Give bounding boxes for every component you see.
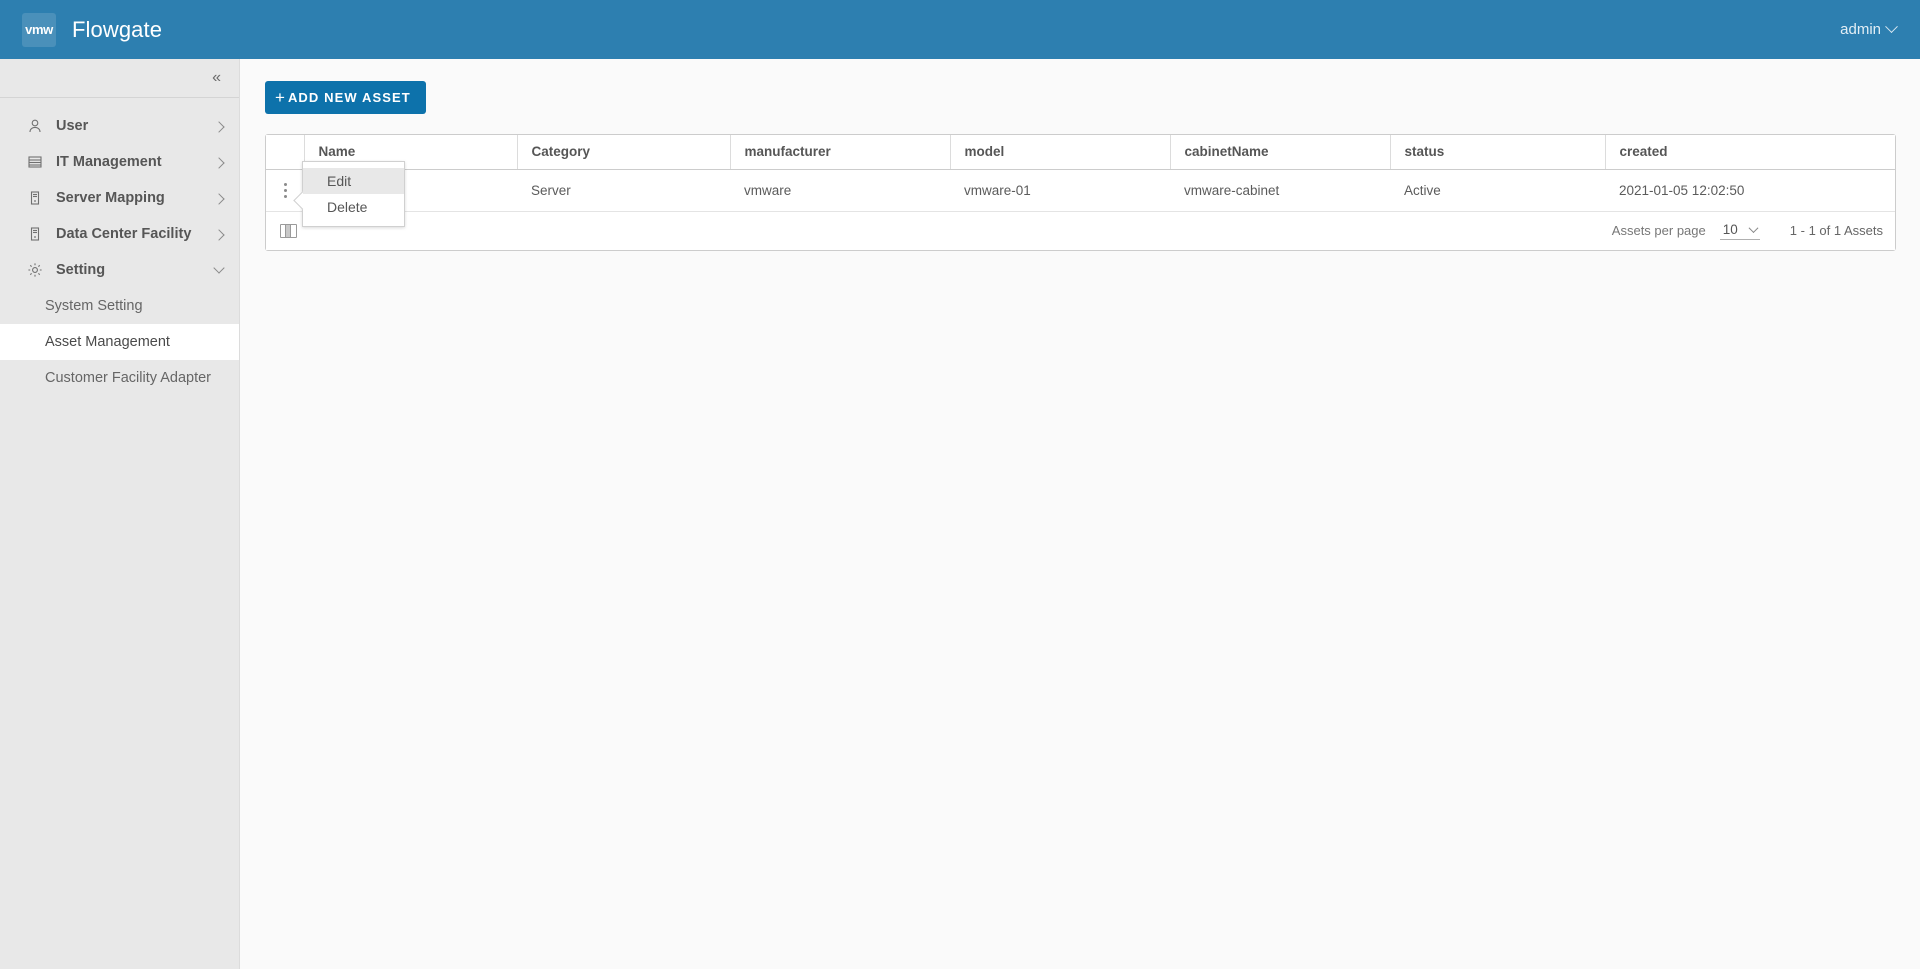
sidebar-item-label: Server Mapping [56, 190, 165, 206]
assets-per-page-label: Assets per page [1611, 223, 1706, 238]
cell-cabinetname: vmware-cabinet [1170, 169, 1390, 212]
chevron-right-icon [213, 156, 225, 169]
plus-icon: + [275, 88, 285, 107]
add-new-asset-button[interactable]: + ADD NEW ASSET [265, 81, 426, 114]
sidebar-item-server-mapping[interactable]: Server Mapping [0, 180, 239, 216]
sidebar-item-label: User [56, 118, 89, 134]
cell-manufacturer: vmware [730, 169, 950, 212]
pagination-range-text: 1 - 1 of 1 Assets [1789, 223, 1883, 238]
sidebar-item-user[interactable]: User [0, 108, 239, 144]
chevron-down-icon [1885, 20, 1898, 34]
column-header-model[interactable]: model [949, 135, 1170, 170]
cell-category: Server [517, 169, 730, 212]
cell-model: vmware-01 [950, 169, 1170, 212]
list-icon [26, 153, 44, 171]
columns-icon[interactable] [280, 223, 297, 238]
sidebar-item-label: Data Center Facility [56, 226, 192, 242]
server-icon [26, 225, 44, 243]
sidebar-collapse-icon[interactable]: « [208, 68, 225, 88]
context-menu-item-label: Edit [327, 173, 352, 189]
chevron-down-icon [213, 261, 225, 277]
column-header-actions [266, 135, 304, 170]
assets-table-head: Name Category manufacturer model cabinet… [266, 135, 1895, 170]
column-header-created[interactable]: created [1604, 135, 1895, 170]
brand[interactable]: vmw Flowgate [0, 0, 162, 59]
status-badge: Active [1390, 169, 1605, 212]
assets-table-body: Server vmware vmware-01 vmware-cabinet A… [266, 169, 1895, 212]
context-menu-item-edit[interactable]: Edit [303, 168, 404, 194]
sidebar-subitem-label: System Setting [45, 298, 143, 314]
row-context-menu: Edit Delete [302, 161, 405, 227]
app-title: Flowgate [72, 16, 163, 42]
assets-per-page-value: 10 [1722, 221, 1738, 237]
user-menu-label: admin [1840, 21, 1881, 38]
column-header-status[interactable]: status [1389, 135, 1605, 170]
sidebar-item-it-management[interactable]: IT Management [0, 144, 239, 180]
table-footer: Assets per page 10 1 - 1 of 1 Assets [266, 211, 1895, 250]
column-header-cabinetname[interactable]: cabinetName [1169, 135, 1390, 170]
gear-icon [26, 261, 44, 279]
column-header-manufacturer[interactable]: manufacturer [729, 135, 950, 170]
context-menu-item-label: Delete [327, 199, 368, 215]
table-header-row: Name Category manufacturer model cabinet… [266, 135, 1895, 170]
chevron-right-icon [213, 120, 225, 133]
column-header-category[interactable]: Category [516, 135, 730, 170]
context-menu-item-delete[interactable]: Delete [303, 194, 404, 220]
server-icon [26, 189, 44, 207]
sidebar-item-system-setting[interactable]: System Setting [0, 288, 239, 324]
sidebar-subitem-label: Asset Management [45, 334, 170, 350]
chevron-down-icon [1748, 222, 1759, 233]
sidebar-collapse-row: « [0, 59, 239, 98]
sidebar-item-label: Setting [56, 262, 106, 278]
sidebar: « User IT Management Server Mapping Data… [0, 59, 240, 969]
assets-table-container: Name Category manufacturer model cabinet… [265, 134, 1896, 251]
sidebar-item-label: IT Management [56, 154, 162, 170]
chevron-right-icon [213, 192, 225, 205]
sidebar-item-data-center-facility[interactable]: Data Center Facility [0, 216, 239, 252]
sidebar-item-asset-management[interactable]: Asset Management [0, 324, 239, 360]
sidebar-item-customer-facility-adapter[interactable]: Customer Facility Adapter [0, 360, 239, 396]
sidebar-item-setting[interactable]: Setting [0, 252, 239, 288]
chevron-right-icon [213, 228, 225, 241]
assets-table: Name Category manufacturer model cabinet… [266, 135, 1895, 212]
assets-per-page-select[interactable]: 10 [1719, 221, 1760, 240]
vmware-logo-icon: vmw [22, 12, 56, 47]
main-content: + ADD NEW ASSET Name Category manufacture… [241, 59, 1920, 969]
add-new-asset-label: ADD NEW ASSET [287, 90, 411, 105]
cell-created: 2021-01-05 12:02:50 [1605, 169, 1895, 212]
user-icon [26, 117, 44, 135]
sidebar-subitem-label: Customer Facility Adapter [45, 370, 212, 386]
sidebar-nav: User IT Management Server Mapping Data C… [0, 98, 239, 396]
app-header: vmw Flowgate admin [0, 0, 1920, 59]
user-menu-button[interactable]: admin [1840, 0, 1920, 59]
table-row: Server vmware vmware-01 vmware-cabinet A… [266, 169, 1895, 212]
